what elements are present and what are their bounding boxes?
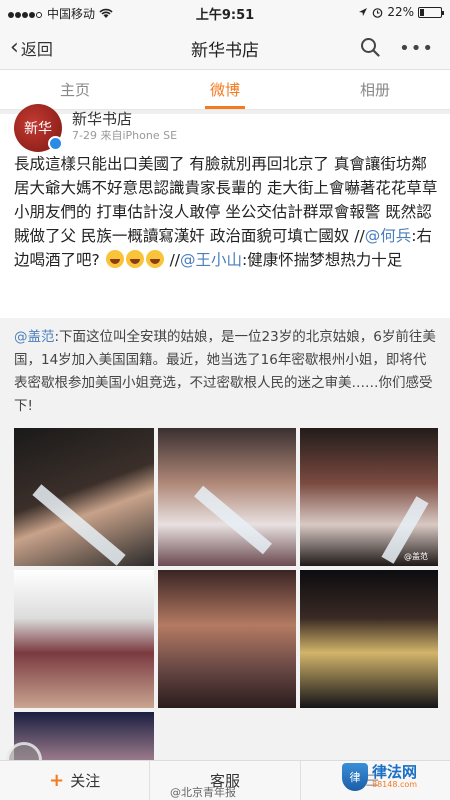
post-body: 長成這樣只能出口美國了 有臉就別再回北京了 真會讓街坊鄰居大爺大媽不好意思認識貴… [14, 152, 440, 272]
search-icon[interactable] [360, 37, 380, 57]
photo-thumbnail[interactable] [158, 570, 296, 708]
photo-thumbnail[interactable] [14, 570, 154, 708]
photo-thumbnail[interactable]: @盖范 [300, 428, 438, 566]
sash-shape [32, 484, 126, 566]
logo-main-text: 律法网 [372, 763, 418, 781]
status-bar: 中国移动 上午9:51 22% [0, 0, 450, 24]
photo-watermark: @盖范 [404, 552, 428, 561]
plus-icon: + [49, 770, 65, 791]
logo-sub-text: 88148.com [372, 780, 418, 789]
follow-label: 关注 [70, 772, 101, 790]
tab-weibo[interactable]: 微博 [150, 70, 300, 109]
photo-thumbnail[interactable] [14, 428, 154, 566]
location-icon [359, 8, 368, 16]
laughing-emoji-icon [125, 250, 144, 268]
repost-text: @盖范:下面这位叫全安琪的姑娘，是一位23岁的北京姑娘，6岁前往美国，14岁加入… [14, 326, 438, 418]
reposted-card[interactable]: @盖范:下面这位叫全安琪的姑娘，是一位23岁的北京姑娘，6岁前往美国，14岁加入… [0, 318, 450, 760]
verified-badge-icon [48, 136, 63, 151]
site-logo: 律 律法网 88148.com [342, 762, 436, 792]
post-text-part: :健康怀揣梦想热力十足 [242, 251, 403, 269]
post-meta: 7-29 来自iPhone SE [72, 129, 178, 142]
battery-icon [418, 6, 444, 18]
more-icon[interactable]: ••• [399, 38, 434, 59]
avatar-text: 新华 [24, 121, 52, 137]
shield-icon: 律 [342, 763, 368, 791]
source-credit: @北京青年报 [170, 786, 236, 799]
profile-tabs: 主页 微博 相册 [0, 70, 450, 110]
battery-area: 22% [358, 5, 444, 19]
photo-thumbnail[interactable] [300, 570, 438, 708]
post-header: 新华 新华书店 7-29 来自iPhone SE [0, 104, 450, 154]
page-title: 新华书店 [191, 41, 259, 61]
post-text-part: // [164, 251, 181, 269]
repost-body: :下面这位叫全安琪的姑娘，是一位23岁的北京姑娘，6岁前往美国，14岁加入美国国… [14, 329, 436, 414]
post-username[interactable]: 新华书店 [72, 108, 132, 129]
laughing-emoji-icon [145, 250, 164, 268]
photo-thumbnail[interactable] [158, 428, 296, 566]
nav-bar: ‹ 返回 新华书店 ••• [0, 24, 450, 70]
tab-home[interactable]: 主页 [0, 70, 150, 109]
follow-button[interactable]: + 关注 [0, 761, 151, 800]
battery-percent: 22% [387, 5, 414, 19]
mention-link[interactable]: @何兵 [365, 227, 412, 245]
alarm-icon [373, 7, 383, 18]
mention-link[interactable]: @盖范 [14, 329, 55, 345]
sash-shape [194, 485, 272, 555]
laughing-emoji-icon [105, 250, 124, 268]
tab-album[interactable]: 相册 [300, 70, 450, 109]
mention-link[interactable]: @王小山 [180, 251, 242, 269]
